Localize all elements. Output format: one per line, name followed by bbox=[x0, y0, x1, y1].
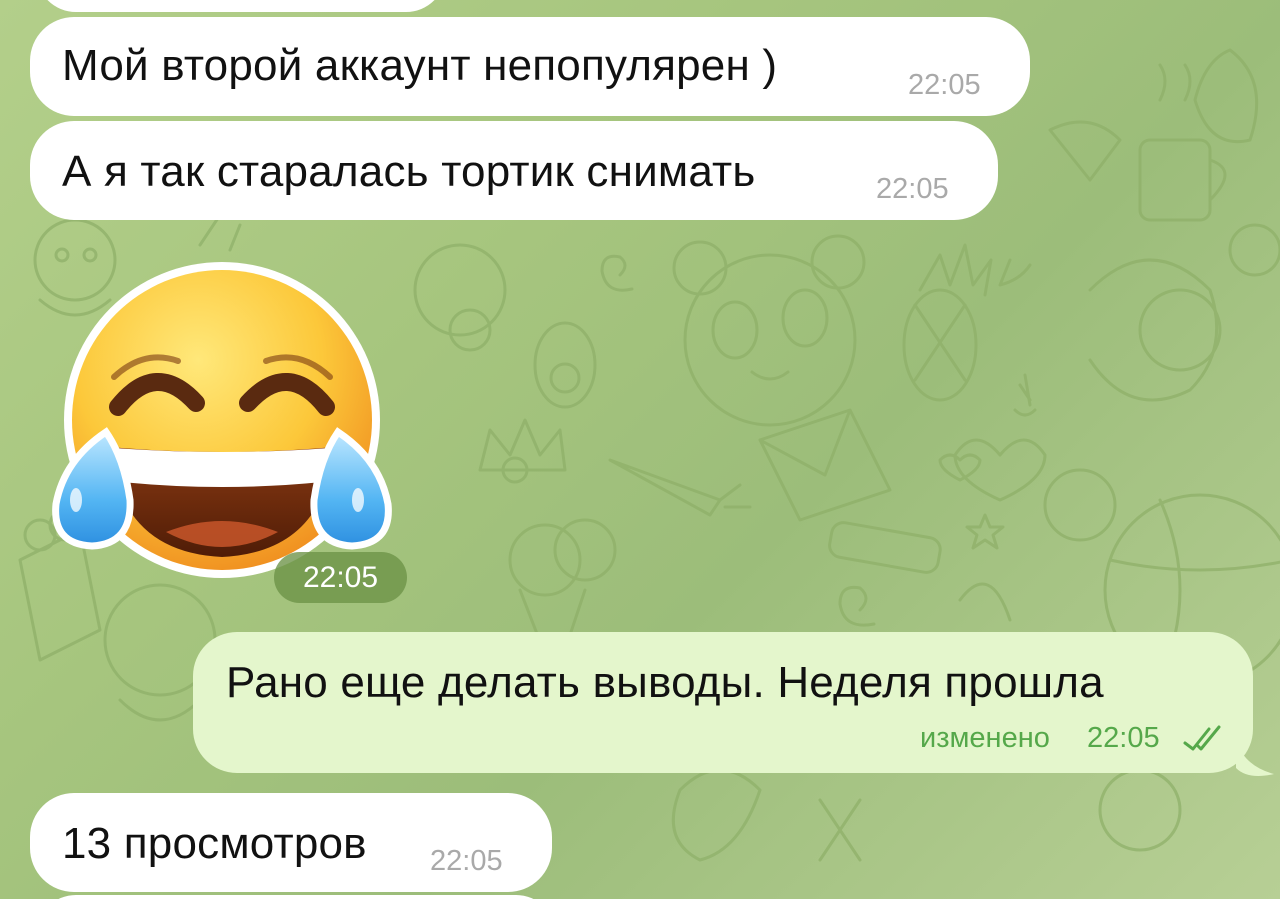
edited-label: изменено bbox=[920, 722, 1050, 754]
message-bubble-outgoing[interactable]: Рано еще делать выводы. Неделя прошла из… bbox=[193, 632, 1253, 773]
message-time: 22:05 bbox=[876, 173, 949, 205]
message-text: 13 просмотров bbox=[62, 819, 367, 868]
cut-off-message-bubble[interactable] bbox=[36, 0, 446, 12]
outgoing-bubble-tail bbox=[1236, 740, 1274, 776]
message-time: 22:05 bbox=[1087, 722, 1160, 754]
message-bubble-incoming[interactable]: А я так старалась тортик снимать 22:05 bbox=[30, 121, 998, 220]
message-text: А я так старалась тортик снимать bbox=[62, 147, 756, 196]
cut-off-message-bubble[interactable] bbox=[36, 895, 556, 899]
message-time: 22:05 bbox=[908, 69, 981, 101]
message-bubble-incoming[interactable]: 13 просмотров 22:05 bbox=[30, 793, 552, 892]
message-time: 22:05 bbox=[430, 845, 503, 877]
double-check-icon bbox=[1183, 725, 1221, 751]
chat-background: Мой второй аккаунт непопулярен ) 22:05 А… bbox=[0, 0, 1280, 899]
sticker-time-badge: 22:05 bbox=[274, 552, 407, 603]
message-text: Мой второй аккаунт непопулярен ) bbox=[62, 41, 778, 90]
message-text: Рано еще делать выводы. Неделя прошла bbox=[226, 658, 1104, 707]
message-bubble-incoming[interactable]: Мой второй аккаунт непопулярен ) 22:05 bbox=[30, 17, 1030, 116]
tears-of-joy-emoji-sticker[interactable] bbox=[48, 262, 398, 582]
